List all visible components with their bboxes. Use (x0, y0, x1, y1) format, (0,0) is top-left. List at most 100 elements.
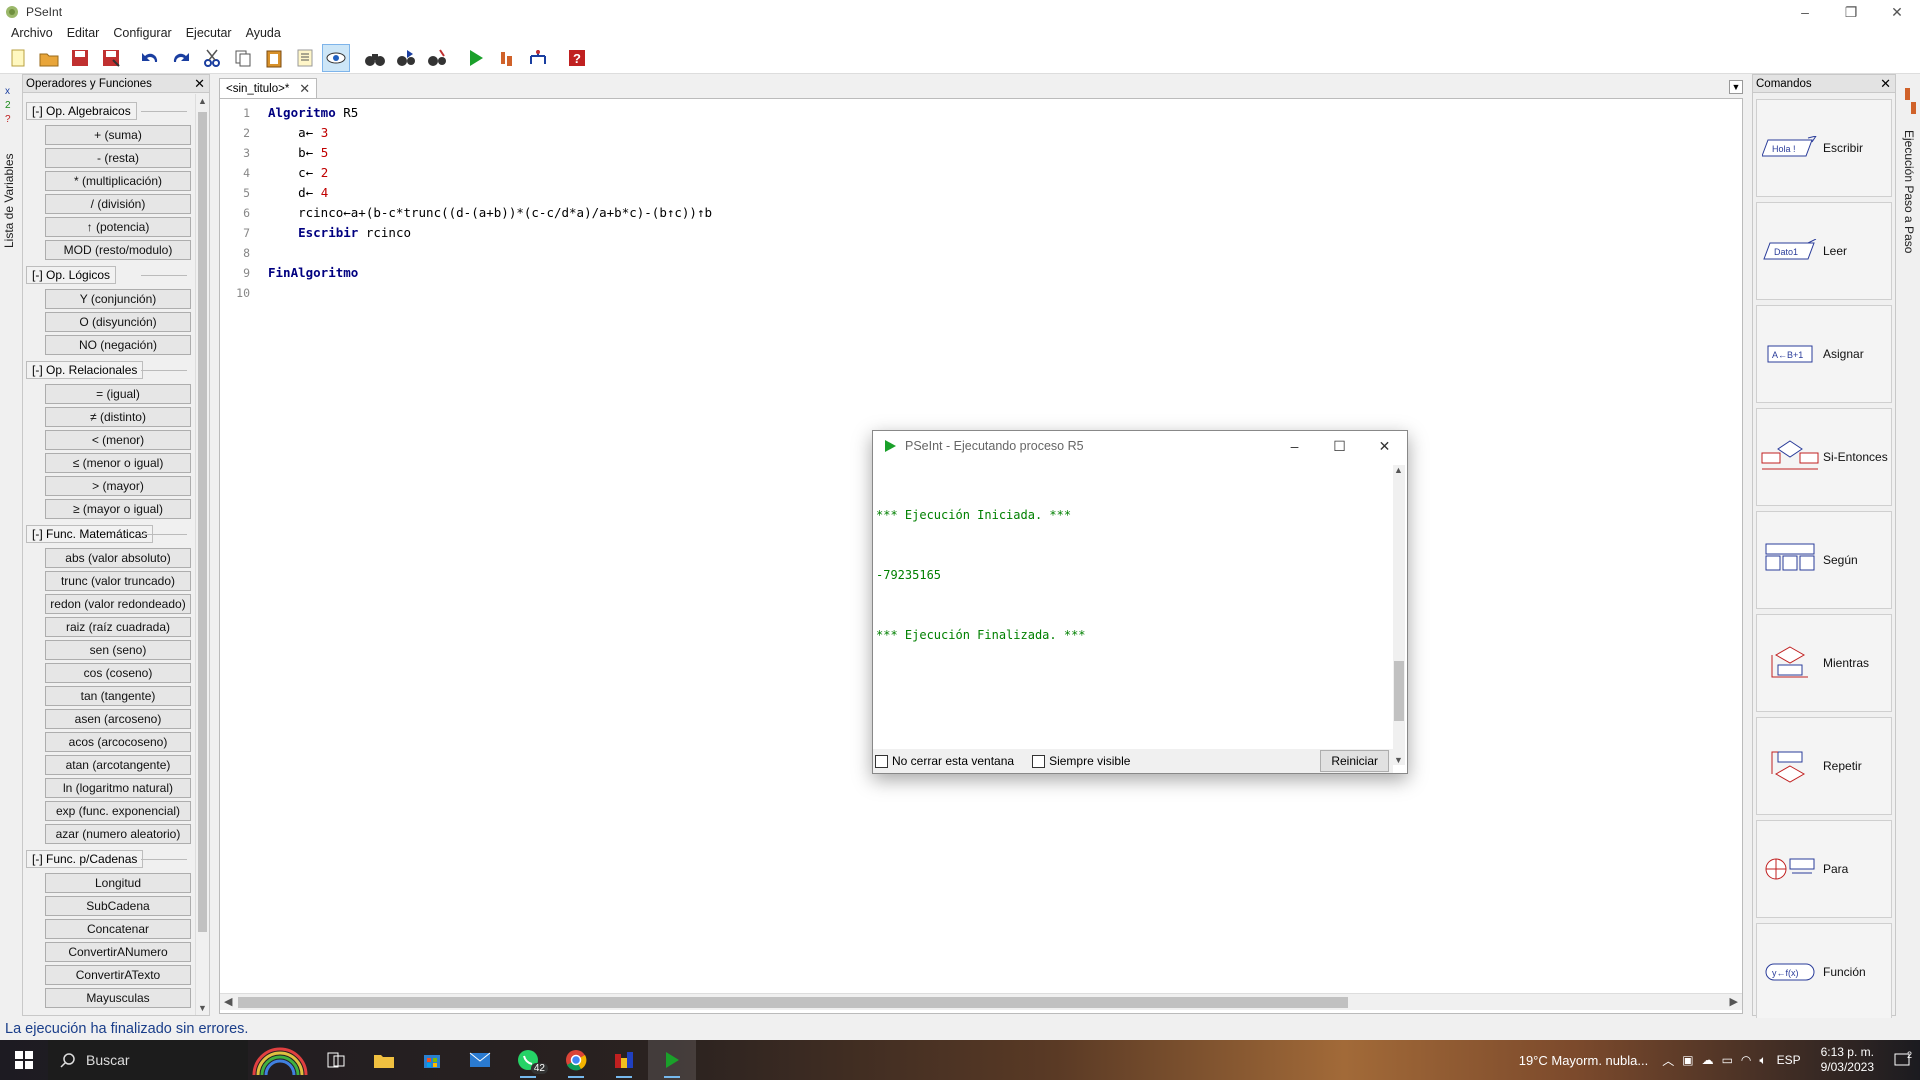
always-visible-checkbox[interactable]: Siempre visible (1032, 754, 1130, 768)
close-window-button[interactable]: ✕ (1874, 0, 1920, 24)
command-repetir[interactable]: Repetir (1756, 717, 1892, 815)
scroll-thumb[interactable] (1394, 661, 1404, 721)
open-folder-icon[interactable] (35, 44, 63, 72)
command-funci-n[interactable]: y←f(x) Función (1756, 923, 1892, 1021)
variables-list-tab[interactable]: x 2? Lista de Variables (0, 78, 20, 248)
code-line[interactable]: c← 2 (268, 163, 712, 183)
close-tab-icon[interactable]: ✕ (299, 81, 310, 97)
indent-icon[interactable] (291, 44, 319, 72)
menu-archivo[interactable]: Archivo (4, 26, 60, 40)
code-line[interactable]: Escribir rcinco (268, 223, 712, 243)
operator-button[interactable]: - (resta) (45, 148, 191, 168)
scroll-thumb[interactable] (198, 112, 207, 932)
find-next-icon[interactable] (392, 44, 420, 72)
tray-app-icon[interactable]: ▣ (1682, 1053, 1693, 1067)
operator-group-header[interactable]: [-] Func. Matemáticas (26, 525, 154, 543)
onedrive-icon[interactable]: ☁ (1702, 1053, 1714, 1067)
language-indicator[interactable]: ESP (1777, 1053, 1801, 1067)
operator-button[interactable]: sen (seno) (45, 640, 191, 660)
restart-button[interactable]: Reiniciar (1320, 750, 1389, 772)
pseint-taskbar-icon[interactable] (648, 1040, 696, 1080)
minimize-button[interactable]: – (1782, 0, 1828, 24)
scroll-thumb[interactable] (238, 997, 1348, 1008)
operator-group-header[interactable]: [-] Op. Algebraicos (26, 102, 137, 120)
start-button[interactable] (0, 1040, 48, 1080)
operator-group-header[interactable]: [-] Func. p/Cadenas (26, 850, 144, 868)
no-close-checkbox[interactable]: No cerrar esta ventana (875, 754, 1014, 768)
console-maximize-button[interactable]: ☐ (1317, 431, 1362, 461)
operator-group-header[interactable]: [-] Op. Lógicos (26, 266, 117, 284)
code-line[interactable]: d← 4 (268, 183, 712, 203)
view-toggle-icon[interactable] (322, 43, 350, 72)
mail-icon[interactable] (456, 1040, 504, 1080)
console-scrollbar[interactable]: ▲ ▼ (1393, 465, 1405, 765)
app-colorful-icon[interactable] (600, 1040, 648, 1080)
code-line[interactable]: a← 3 (268, 123, 712, 143)
operator-button[interactable]: Concatenar (45, 919, 191, 939)
save-icon[interactable] (66, 44, 94, 72)
code-line[interactable]: rcinco←a+(b-c*trunc((d-(a+b))*(c-c/d*a)/… (268, 203, 712, 223)
console-output[interactable]: *** Ejecución Iniciada. *** -79235165 **… (876, 465, 1392, 729)
operator-button[interactable]: asen (arcoseno) (45, 709, 191, 729)
code-line[interactable]: b← 5 (268, 143, 712, 163)
operator-button[interactable]: raiz (raíz cuadrada) (45, 617, 191, 637)
scroll-right-icon[interactable]: ▶ (1730, 995, 1738, 1008)
operator-button[interactable]: redon (valor redondeado) (45, 594, 191, 614)
operator-button[interactable]: MOD (resto/modulo) (45, 240, 191, 260)
operator-button[interactable]: Y (conjunción) (45, 289, 191, 309)
restore-button[interactable]: ❐ (1828, 0, 1874, 24)
operator-button[interactable]: * (multiplicación) (45, 171, 191, 191)
new-file-icon[interactable] (4, 44, 32, 72)
battery-icon[interactable]: ▭ (1722, 1053, 1733, 1067)
menu-configurar[interactable]: Configurar (106, 26, 178, 40)
search-highlight-image[interactable] (248, 1040, 312, 1080)
paste-icon[interactable] (260, 44, 288, 72)
operator-button[interactable]: / (división) (45, 194, 191, 214)
chrome-icon[interactable] (552, 1040, 600, 1080)
command-mientras[interactable]: Mientras (1756, 614, 1892, 712)
command-leer[interactable]: Dato1 Leer (1756, 202, 1892, 300)
operator-button[interactable]: trunc (valor truncado) (45, 571, 191, 591)
store-icon[interactable] (408, 1040, 456, 1080)
operator-button[interactable]: ConvertirANumero (45, 942, 191, 962)
tab-sin-titulo[interactable]: <sin_titulo>* ✕ (219, 78, 318, 98)
clock[interactable]: 6:13 p. m. 9/03/2023 (1821, 1045, 1874, 1075)
whatsapp-icon[interactable]: 42 (504, 1040, 552, 1080)
operator-button[interactable]: atan (arcotangente) (45, 755, 191, 775)
code-line[interactable] (268, 243, 712, 263)
tray-overflow-icon[interactable]: ︿ (1662, 1052, 1674, 1069)
operator-button[interactable]: acos (arcocoseno) (45, 732, 191, 752)
step-execution-tab[interactable]: Ejecución Paso a Paso (1898, 78, 1920, 278)
taskbar-search[interactable]: Buscar (48, 1040, 248, 1080)
operator-button[interactable]: ≠ (distinto) (45, 407, 191, 427)
step-by-step-icon[interactable] (493, 44, 521, 72)
wifi-icon[interactable]: ◠ (1741, 1053, 1751, 1067)
notifications-icon[interactable]: 2 (1884, 1040, 1920, 1080)
command-para[interactable]: Para (1756, 820, 1892, 918)
help-icon[interactable]: ? (563, 44, 591, 72)
operator-button[interactable]: O (disyunción) (45, 312, 191, 332)
operator-button[interactable]: SubCadena (45, 896, 191, 916)
operator-button[interactable]: ln (logaritmo natural) (45, 778, 191, 798)
command-asignar[interactable]: A←B+1 Asignar (1756, 305, 1892, 403)
operator-button[interactable]: abs (valor absoluto) (45, 548, 191, 568)
flowchart-icon[interactable] (524, 44, 552, 72)
menu-ayuda[interactable]: Ayuda (239, 26, 288, 40)
editor-horizontal-scrollbar[interactable]: ◀ ▶ (220, 993, 1742, 1010)
run-icon[interactable] (462, 44, 490, 72)
replace-icon[interactable] (423, 44, 451, 72)
copy-icon[interactable] (229, 44, 257, 72)
search-binoculars-icon[interactable] (361, 44, 389, 72)
operator-button[interactable]: azar (numero aleatorio) (45, 824, 191, 844)
menu-ejecutar[interactable]: Ejecutar (179, 26, 239, 40)
undo-icon[interactable] (136, 44, 164, 72)
scroll-left-icon[interactable]: ◀ (224, 995, 232, 1008)
operator-button[interactable]: > (mayor) (45, 476, 191, 496)
file-explorer-icon[interactable] (360, 1040, 408, 1080)
operator-button[interactable]: ≥ (mayor o igual) (45, 499, 191, 519)
operator-button[interactable]: + (suma) (45, 125, 191, 145)
volume-icon[interactable]: 🔈︎ (1759, 1053, 1766, 1068)
code-area[interactable]: Algoritmo R5 a← 3 b← 5 c← 2 d← 4 rcinco←… (268, 103, 712, 303)
operator-group-header[interactable]: [-] Op. Relacionales (26, 361, 144, 379)
close-operators-panel-icon[interactable]: ✕ (194, 76, 205, 92)
